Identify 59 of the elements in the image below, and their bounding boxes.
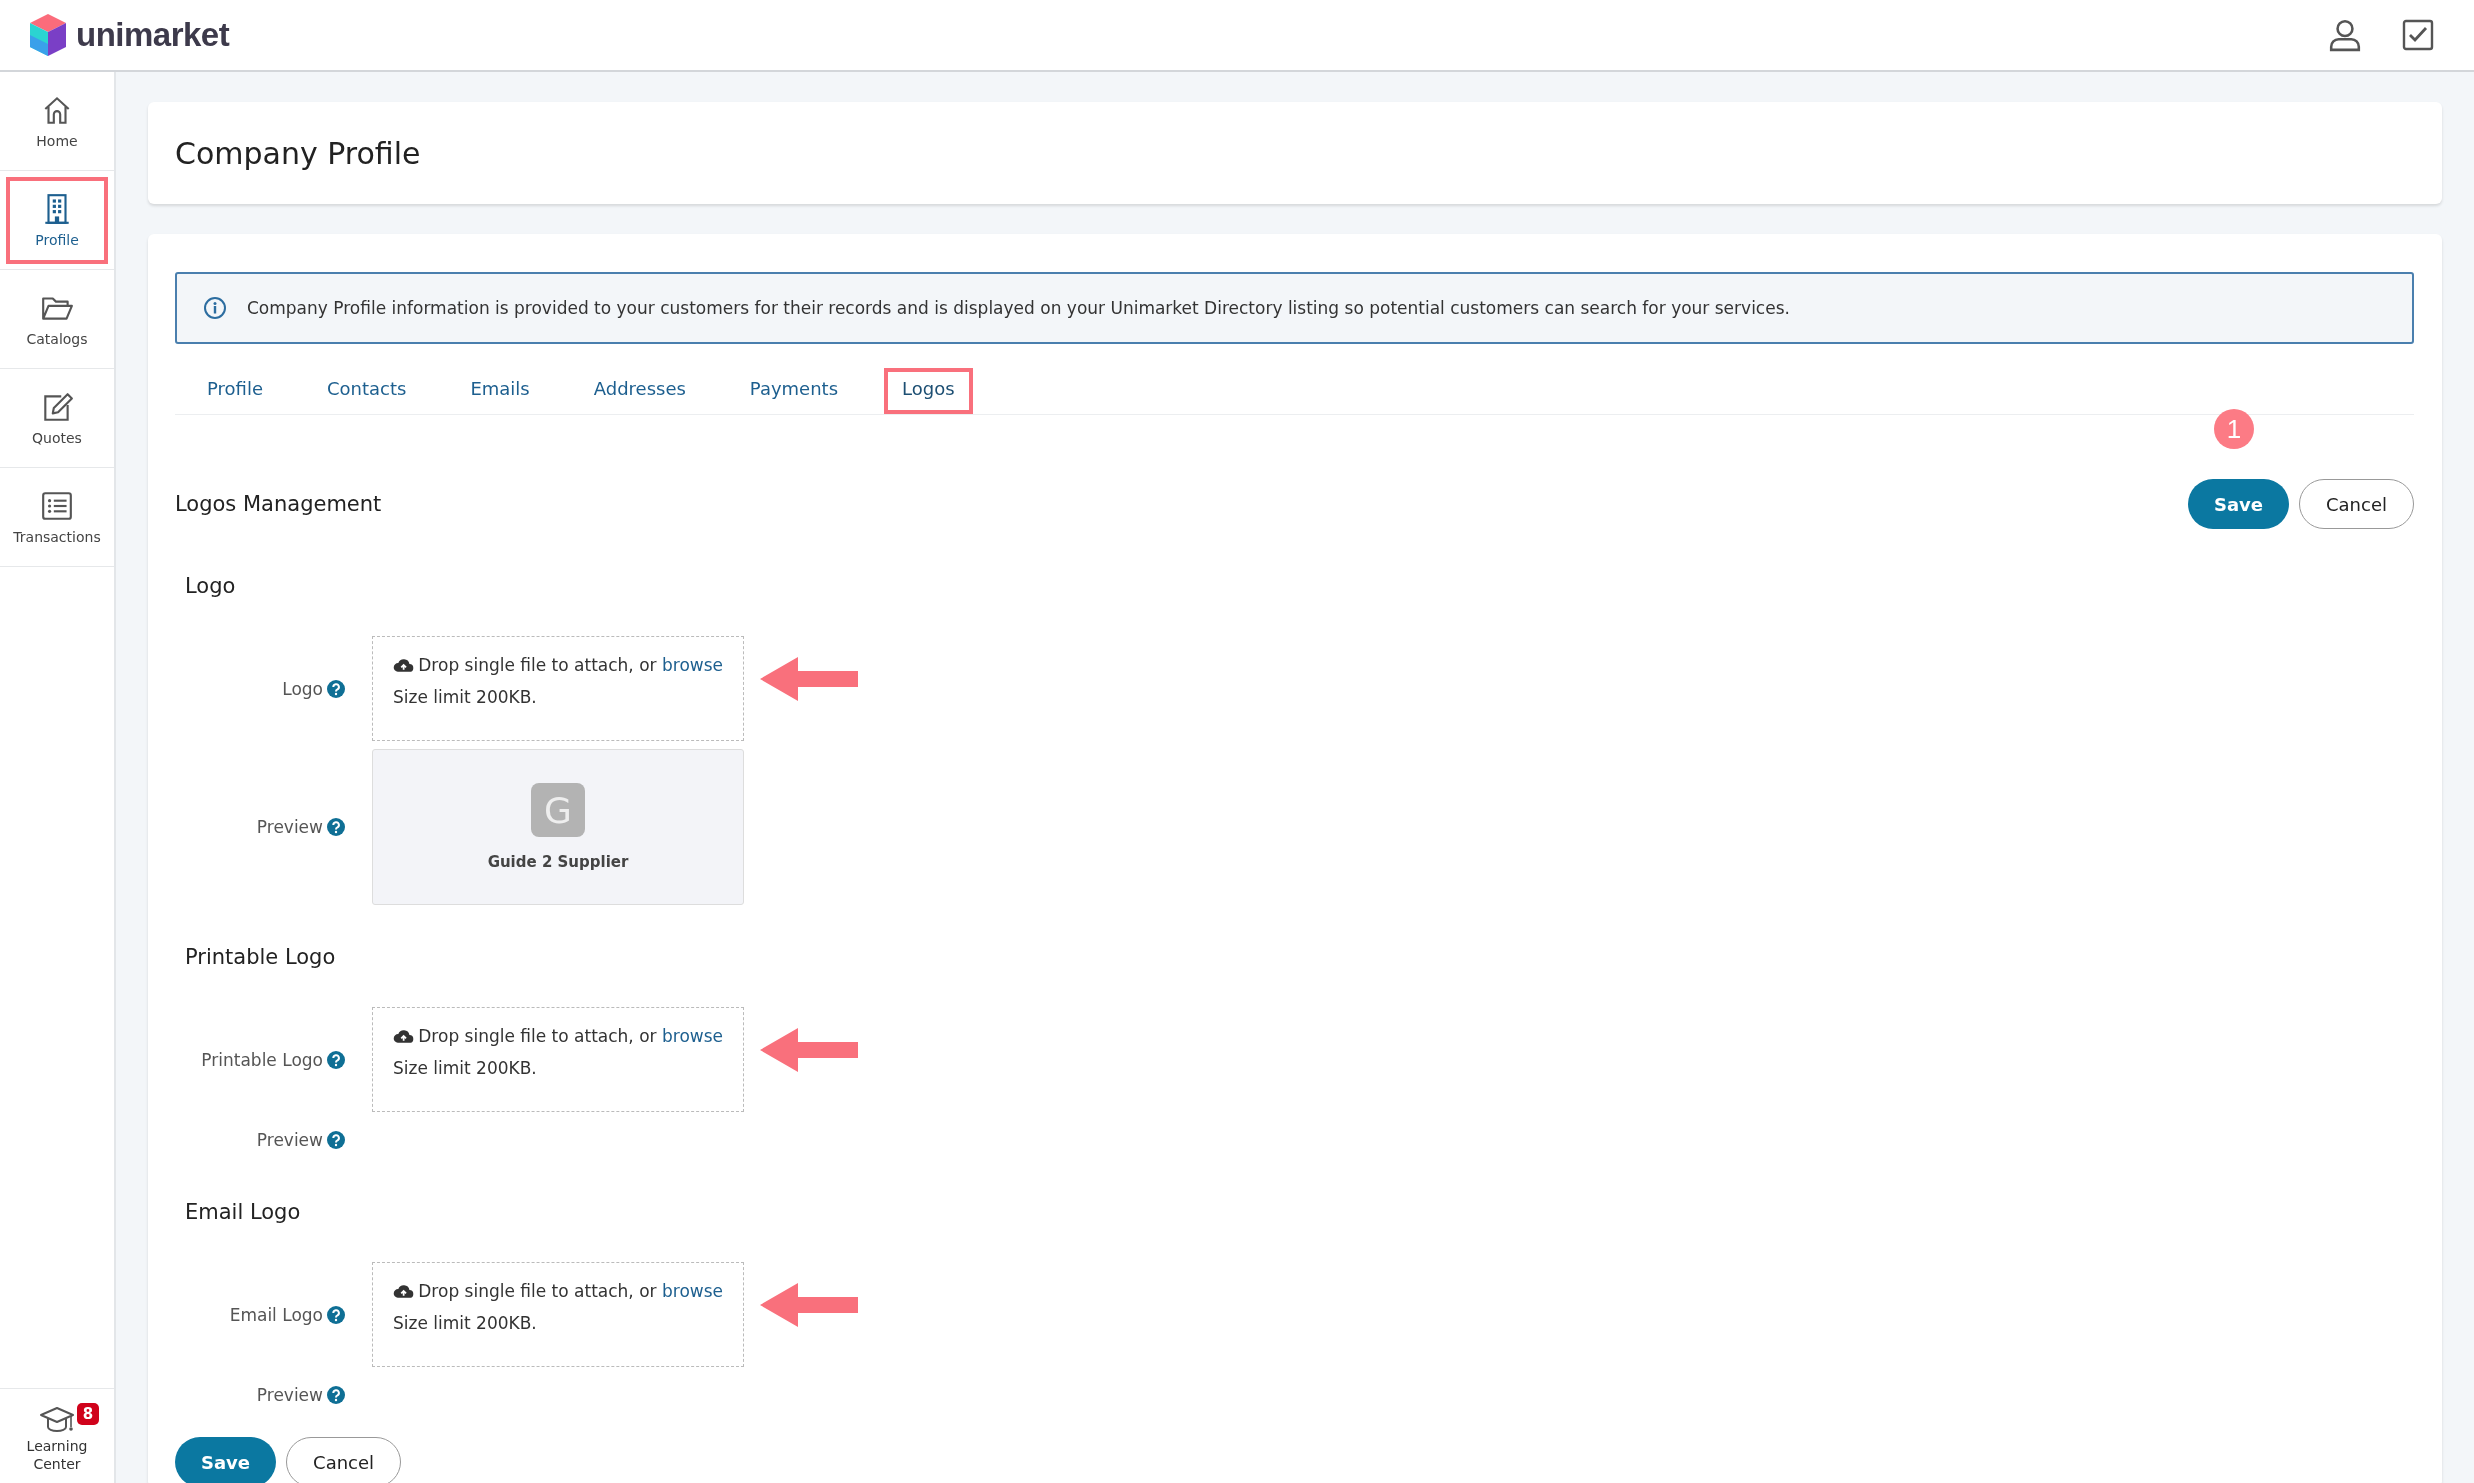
- brand-name[interactable]: unimarket: [76, 16, 230, 54]
- tab[interactable]: Addresses: [575, 368, 704, 414]
- tab[interactable]: Logos: [884, 368, 973, 414]
- size-limit-text: Size limit 200KB.: [393, 1058, 538, 1078]
- tab[interactable]: Payments: [731, 368, 857, 414]
- letter-tile: G: [531, 783, 585, 837]
- cloud-upload-icon: [393, 1283, 415, 1299]
- group-heading: Logo: [185, 574, 237, 598]
- browse-link[interactable]: browse: [661, 655, 723, 675]
- browse-link[interactable]: browse: [661, 1026, 723, 1046]
- cancel-button[interactable]: Cancel: [286, 1437, 402, 1483]
- field-label: Printable Logo: [201, 1049, 323, 1070]
- tab[interactable]: Profile: [189, 368, 281, 414]
- file-drop-zone[interactable]: Drop single file to attach, or browse Size limit 200KB.: [372, 1007, 744, 1112]
- help-icon[interactable]: [327, 1131, 345, 1149]
- notification-badge: 8: [76, 1402, 100, 1425]
- nav-item[interactable]: Home: [0, 72, 114, 171]
- help-icon[interactable]: [327, 818, 345, 836]
- page-title: Company Profile: [175, 135, 421, 171]
- help-icon[interactable]: [327, 1386, 345, 1404]
- drop-instruction: Drop single file to attach, or browse: [418, 1026, 723, 1046]
- nav-item[interactable]: Catalogs: [0, 270, 114, 369]
- size-limit-text: Size limit 200KB.: [393, 1313, 538, 1333]
- checkbox-icon[interactable]: [2402, 19, 2434, 51]
- file-drop-zone[interactable]: Drop single file to attach, or browse Size limit 200KB.: [372, 636, 744, 741]
- preview-label: Preview: [256, 817, 323, 837]
- list-icon: [40, 489, 74, 523]
- nav-item[interactable]: Transactions: [0, 468, 114, 567]
- file-drop-zone[interactable]: Drop single file to attach, or browse Size limit 200KB.: [372, 1262, 744, 1367]
- size-limit-text: Size limit 200KB.: [393, 687, 538, 707]
- step-badge: 1: [2214, 409, 2254, 449]
- cloud-upload-icon: [393, 1028, 415, 1044]
- nav-item[interactable]: Quotes: [0, 369, 114, 468]
- preview-label: Preview: [256, 1130, 323, 1150]
- drop-instruction: Drop single file to attach, or browse: [418, 1281, 723, 1301]
- help-icon[interactable]: [327, 679, 345, 698]
- save-button[interactable]: Save: [2187, 479, 2289, 529]
- group-heading: Printable Logo: [185, 945, 337, 969]
- group-heading: Email Logo: [185, 1200, 302, 1224]
- cancel-button[interactable]: Cancel: [2299, 479, 2414, 529]
- logo-icon: [28, 12, 68, 58]
- learning-center-link[interactable]: 8 Learning Center: [0, 1387, 114, 1483]
- company-name: Guide 2 Supplier: [487, 853, 629, 871]
- cloud-upload-icon: [393, 657, 415, 673]
- info-text: Company Profile information is provided to your customers for their records and is displayed on your Unimarket Directory listing so potential customers can search for your services.: [247, 298, 1790, 318]
- field-label: Email Logo: [229, 1304, 323, 1325]
- preview-label: Preview: [256, 1385, 323, 1405]
- info-icon: [203, 296, 227, 320]
- section-title: Logos Management: [175, 492, 382, 516]
- field-label: Logo: [282, 678, 323, 699]
- user-icon[interactable]: [2328, 18, 2362, 52]
- help-icon[interactable]: [327, 1050, 345, 1069]
- browse-link[interactable]: browse: [661, 1281, 723, 1301]
- save-button[interactable]: Save: [175, 1437, 277, 1483]
- tab[interactable]: Emails: [452, 368, 548, 414]
- drop-instruction: Drop single file to attach, or browse: [418, 655, 723, 675]
- help-icon[interactable]: [327, 1305, 345, 1324]
- nav-item[interactable]: Profile: [0, 171, 114, 270]
- tab[interactable]: Contacts: [308, 368, 425, 414]
